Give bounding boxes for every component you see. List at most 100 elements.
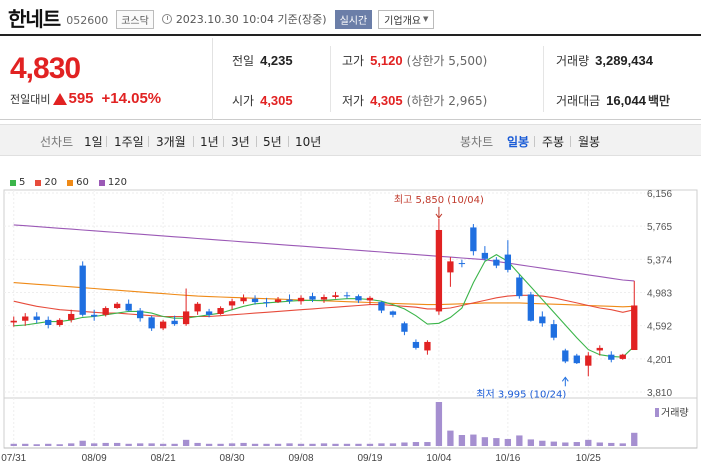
candle-down — [136, 310, 144, 319]
volume-bar — [608, 442, 615, 446]
candle-up — [217, 308, 224, 314]
volume-bar — [309, 443, 316, 446]
candle-down — [125, 303, 132, 311]
x-tick-label: 09/19 — [357, 453, 382, 464]
volume-bar — [10, 443, 17, 446]
x-tick-label: 10/04 — [426, 453, 451, 464]
volume-bar — [596, 442, 603, 446]
candle-down — [389, 311, 397, 315]
candle-up — [366, 297, 374, 301]
candle-up — [332, 295, 339, 297]
candle-down — [33, 316, 40, 320]
volume-bar — [481, 437, 489, 446]
candle-down — [504, 254, 512, 270]
candle-up — [596, 347, 603, 351]
candle-down — [562, 350, 569, 362]
candle-down — [608, 354, 615, 360]
volume-bar — [631, 432, 638, 446]
candle-down — [401, 323, 408, 332]
candle-down — [481, 252, 489, 259]
candle-down — [45, 319, 52, 325]
volume-pane-frame — [3, 397, 698, 449]
volume-bar — [136, 443, 144, 446]
volume-bar — [148, 443, 155, 446]
volume-bar — [91, 443, 98, 446]
volume-bar — [401, 442, 408, 446]
candle-down — [205, 311, 213, 315]
candle-up — [320, 296, 328, 300]
volume-bar — [573, 442, 580, 446]
candle-down — [91, 314, 98, 317]
y-tick-label: 5,765 — [647, 222, 672, 233]
volume-bar — [378, 443, 385, 446]
volume-bar — [493, 438, 500, 446]
candle-down — [355, 296, 362, 301]
high-annotation: 최고 5,850 (10/04) — [394, 194, 484, 206]
x-tick-label: 07/31 — [1, 453, 26, 464]
candle-down — [573, 355, 580, 364]
volume-bar — [240, 442, 247, 446]
volume-bar — [182, 439, 190, 446]
candle-up — [56, 319, 63, 325]
low-annotation: 최저 3,995 (10/24) — [476, 388, 566, 400]
volume-bar — [297, 443, 305, 446]
volume-bar — [585, 439, 592, 446]
candle-down — [286, 299, 293, 302]
volume-bar — [435, 402, 443, 446]
candle-down — [343, 295, 351, 297]
volume-bar — [366, 443, 374, 446]
volume-bar — [114, 442, 121, 446]
candle-down — [251, 298, 259, 303]
candle-up — [10, 320, 17, 323]
volume-bar — [194, 442, 201, 446]
volume-bar — [619, 443, 626, 446]
candle-up — [619, 354, 626, 359]
x-tick-label: 09/08 — [289, 453, 314, 464]
volume-bar — [470, 434, 477, 446]
x-tick-label: 10/16 — [495, 453, 520, 464]
x-tick-label: 08/09 — [82, 453, 107, 464]
volume-bar — [447, 430, 454, 446]
volume-bar — [355, 443, 362, 446]
volume-bar — [424, 442, 431, 446]
volume-bar — [171, 443, 178, 446]
volume-bar — [125, 443, 132, 446]
volume-bar — [205, 443, 213, 446]
volume-bar — [539, 440, 546, 446]
volume-swatch — [655, 408, 659, 417]
volume-bar — [562, 442, 569, 446]
x-tick-label: 08/21 — [151, 453, 176, 464]
candle-up — [447, 261, 454, 273]
candle-up — [68, 313, 75, 320]
x-tick-label: 08/30 — [220, 453, 245, 464]
volume-bar — [412, 442, 420, 446]
volume-bar — [504, 438, 512, 446]
candle-down — [378, 302, 385, 311]
candle-down — [527, 294, 534, 321]
candle-down — [550, 324, 557, 338]
volume-bar — [320, 443, 328, 446]
candle-down — [171, 320, 178, 325]
volume-bar — [332, 443, 339, 446]
candle-down — [539, 316, 546, 324]
y-tick-label: 4,983 — [647, 289, 672, 300]
candle-up — [22, 316, 29, 321]
candle-up — [182, 311, 190, 325]
candle-up — [585, 355, 592, 366]
volume-bar — [527, 439, 534, 446]
candle-down — [516, 277, 523, 297]
candle-up — [240, 297, 247, 302]
candle-up — [114, 303, 121, 309]
volume-label: 거래량 — [661, 407, 689, 419]
volume-bar — [389, 443, 397, 446]
candle-down — [458, 263, 466, 265]
candle-down — [309, 296, 316, 300]
volume-bar — [33, 444, 40, 446]
volume-bar — [159, 443, 167, 446]
candle-up — [631, 305, 638, 351]
ma120-line — [13, 224, 635, 282]
candle-up — [297, 297, 305, 302]
volume-bar — [217, 443, 224, 446]
price-chart[interactable]: 6,156 5,765 5,374 4,983 4,592 4,201 3,810 07/31… — [0, 0, 701, 474]
y-tick-label: 4,201 — [647, 355, 672, 366]
